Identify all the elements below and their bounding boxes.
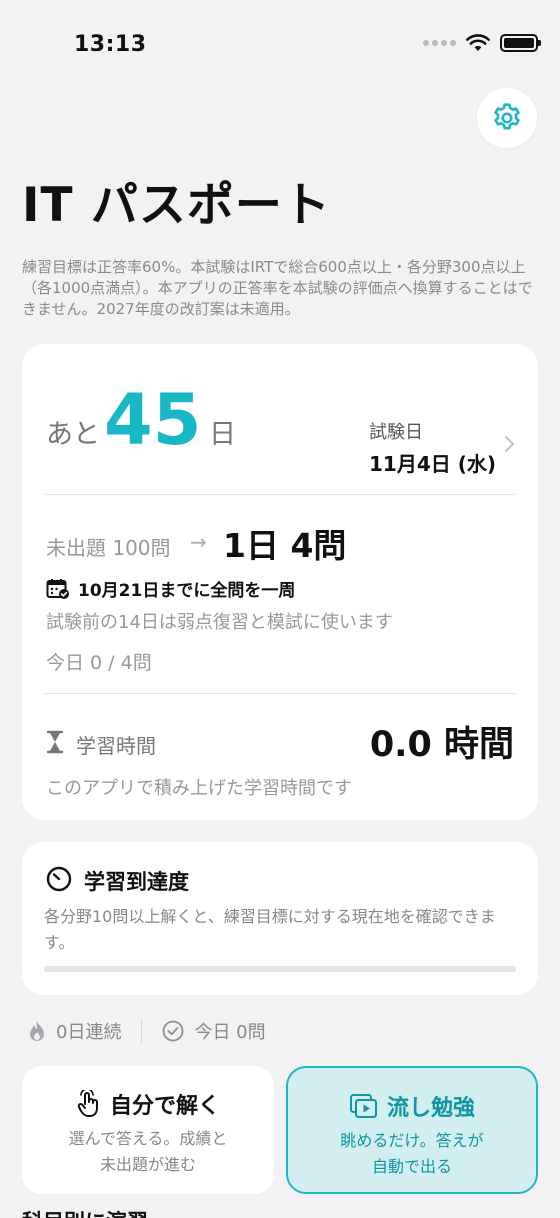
play-stack-icon xyxy=(349,1094,377,1118)
flame-icon xyxy=(30,1021,44,1041)
check-circle-icon xyxy=(163,1020,184,1042)
study-time-label: 学習時間 xyxy=(76,734,156,758)
settings-button[interactable] xyxy=(477,88,537,148)
page-title: IT パスポート xyxy=(22,178,331,233)
countdown-days: 45 xyxy=(104,379,202,461)
stream-study-title: 流し勉強 xyxy=(386,1096,475,1121)
status-time: 13:13 xyxy=(74,32,147,57)
deadline-text: 10月21日までに全問を一周 xyxy=(78,581,296,601)
mastery-progress-bar xyxy=(44,966,516,972)
mastery-description: 各分野10問以上解くと、練習目標に対する現在地を確認できます。 xyxy=(44,907,496,952)
stats-row: 0日連続 今日 0問 xyxy=(28,1018,266,1044)
stream-study-desc-line2: 自動で出る xyxy=(371,1157,452,1176)
cellular-signal-icon xyxy=(423,40,456,46)
divider xyxy=(44,494,516,495)
streak-value: 0日連続 xyxy=(56,1022,122,1043)
section-heading-subject-practice: 科目別に演習 xyxy=(22,1206,148,1218)
stream-study-button[interactable]: 流し勉強 眺めるだけ。答えが 自動で出る xyxy=(286,1066,538,1194)
hourglass-icon xyxy=(46,730,64,754)
deadline-row: 10月21日までに全問を一周 xyxy=(46,576,295,601)
status-icons xyxy=(423,34,541,52)
exam-date-label: 試験日 xyxy=(369,422,423,443)
battery-icon xyxy=(500,34,541,52)
divider xyxy=(44,693,516,694)
target-notice: 練習目標は正答率60%。本試験はIRTで総合600点以上・各分野300点以上（各… xyxy=(22,258,533,318)
self-solve-description: 選んで答える。成績と 未出題が進む xyxy=(22,1126,274,1178)
self-solve-title: 自分で解く xyxy=(109,1094,220,1119)
self-solve-desc-line1: 選んで答える。成績と xyxy=(68,1129,228,1148)
stream-study-description: 眺めるだけ。答えが 自動で出る xyxy=(288,1128,536,1180)
arrow-right-icon: → xyxy=(190,530,207,554)
tap-hand-icon xyxy=(77,1090,98,1117)
deadline-note: 試験前の14日は弱点復習と模試に使います xyxy=(46,612,393,633)
exam-date-value: 11月4日 (水) xyxy=(369,452,496,476)
stat-separator xyxy=(141,1019,143,1043)
remaining-questions: 未出題 100問 xyxy=(46,536,171,560)
today-count-stat: 今日 0問 xyxy=(162,1018,266,1044)
mastery-card[interactable]: 学習到達度 各分野10問以上解くと、練習目標に対する現在地を確認できます。 xyxy=(22,842,538,995)
wifi-icon xyxy=(466,34,490,51)
self-solve-title-row: 自分で解く xyxy=(22,1088,274,1120)
study-time-value: 0.0 時間 xyxy=(369,725,514,765)
self-solve-desc-line2: 未出題が進む xyxy=(99,1155,196,1174)
gauge-icon xyxy=(46,866,72,892)
streak-stat: 0日連続 xyxy=(28,1018,121,1044)
chevron-right-icon xyxy=(505,436,514,452)
stream-study-title-row: 流し勉強 xyxy=(288,1090,536,1122)
countdown-prefix: あと xyxy=(46,419,100,450)
mastery-title: 学習到達度 xyxy=(84,870,189,894)
today-count-value: 今日 0問 xyxy=(194,1022,266,1043)
daily-goal: 1日 4問 xyxy=(223,526,347,565)
gear-icon xyxy=(494,103,520,130)
today-progress: 今日 0 / 4問 xyxy=(46,652,152,674)
status-bar: 13:13 xyxy=(0,0,560,90)
calendar-check-icon xyxy=(46,578,69,599)
stream-study-desc-line1: 眺めるだけ。答えが xyxy=(340,1131,484,1150)
countdown-unit: 日 xyxy=(209,419,236,450)
study-time-note: このアプリで積み上げた学習時間です xyxy=(46,778,352,799)
exam-overview-card: あと 45 日 試験日 11月4日 (水) 未出題 100問 → 1日 4問 1… xyxy=(22,344,538,820)
self-solve-button[interactable]: 自分で解く 選んで答える。成績と 未出題が進む xyxy=(22,1066,274,1194)
